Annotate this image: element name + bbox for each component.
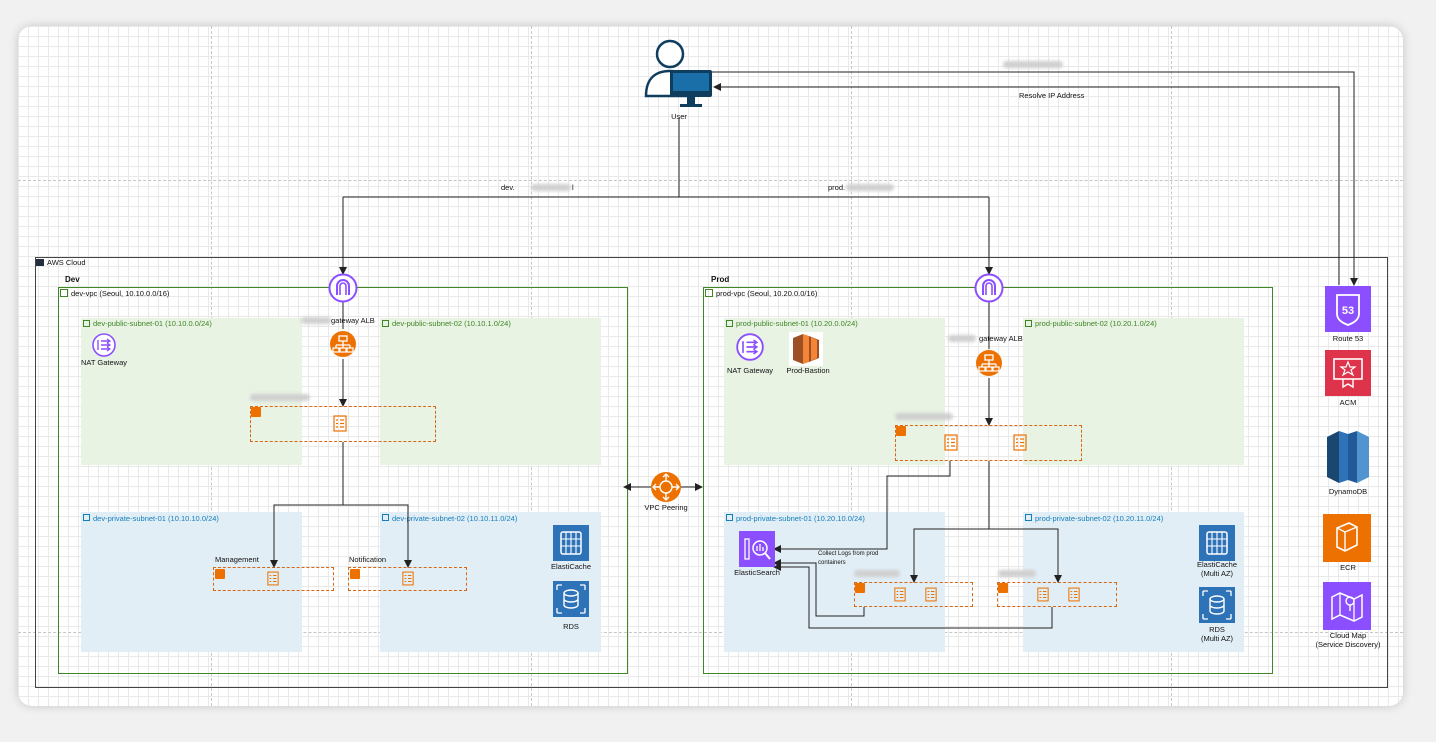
container-task-icon[interactable]: [894, 587, 906, 602]
route53-query-edge: [710, 71, 1358, 286]
dev-to-management-edge: [273, 442, 344, 567]
ecs-service-icon: [855, 583, 865, 593]
ecs-service-icon: [251, 407, 261, 417]
prod-alb-label: gateway ALB: [979, 334, 1023, 343]
route53-label: Route 53: [1332, 334, 1364, 343]
container-task-icon[interactable]: [1068, 587, 1080, 602]
notification-label: Notification: [349, 555, 387, 564]
container-task-icon[interactable]: [1037, 587, 1049, 602]
container-task-icon[interactable]: [267, 571, 279, 586]
prod-to-service-a-edge: [910, 461, 990, 583]
svg-text:53: 53: [1342, 305, 1354, 317]
dev-domain-tail: l: [572, 183, 574, 192]
ecs-service-icon: [896, 426, 906, 436]
prod-service-logs-edge: [773, 461, 951, 553]
elasticsearch-label: ElasticSearch: [734, 568, 780, 577]
ecs-service-icon: [350, 569, 360, 579]
service-a-logs-edge: [773, 559, 865, 617]
vpc-peering-label: VPC Peering: [644, 503, 688, 512]
dev-nat-gateway-label: NAT Gateway: [81, 358, 127, 367]
prod-elasticache-multiaz: (Multi AZ): [1200, 569, 1234, 578]
connector-lines: [270, 71, 1358, 629]
container-task-icon[interactable]: [402, 571, 414, 586]
resolve-ip-edge: [713, 83, 1340, 285]
ecr-icon[interactable]: [1323, 514, 1371, 562]
collect-logs-label-2: containers: [818, 560, 846, 566]
prod-rds-label: RDS: [1209, 625, 1225, 634]
container-task-icon[interactable]: [925, 587, 937, 602]
dynamodb-label: DynamoDB: [1328, 487, 1368, 496]
prod-rds-multiaz: (Multi AZ): [1200, 634, 1234, 643]
container-task-icon[interactable]: [1013, 434, 1027, 451]
rds-icon[interactable]: [553, 581, 589, 617]
dev-rds-label: RDS: [563, 622, 579, 631]
nat-gateway-icon[interactable]: [736, 333, 764, 361]
ecs-service-icon: [998, 583, 1008, 593]
rds-icon[interactable]: [1199, 587, 1235, 623]
nat-gateway-icon[interactable]: [92, 333, 116, 357]
elasticsearch-icon[interactable]: [739, 531, 775, 567]
prod-domain-label: prod.: [828, 183, 846, 192]
load-balancer-icon[interactable]: [975, 349, 1003, 377]
ecr-label: ECR: [1340, 563, 1356, 572]
container-task-icon[interactable]: [944, 434, 958, 451]
elasticache-icon[interactable]: [553, 525, 589, 561]
diagram-canvas: AWS Cloud Dev dev-vpc (Seoul, 10.10.0.0/…: [18, 26, 1403, 706]
prod-to-service-b-edge: [989, 528, 1062, 583]
dev-elasticache-label: ElastiCache: [550, 562, 592, 571]
user-label: User: [671, 112, 687, 121]
prod-elasticache-label: ElastiCache: [1196, 560, 1238, 569]
cloud-map-icon[interactable]: [1323, 582, 1371, 630]
elasticache-icon[interactable]: [1199, 525, 1235, 561]
management-label: Management: [215, 555, 259, 564]
ecs-service-icon: [215, 569, 225, 579]
collect-logs-label: Collect Logs from prod: [818, 551, 879, 557]
dynamodb-icon[interactable]: [1322, 429, 1374, 485]
vpc-peering-icon[interactable]: [650, 471, 682, 503]
internet-gateway-icon[interactable]: [328, 273, 358, 303]
resolve-ip-label: Resolve IP Address: [1019, 91, 1085, 100]
ec2-bastion-icon[interactable]: [789, 332, 823, 366]
dev-domain-label: dev.: [501, 183, 515, 192]
cloud-map-sublabel: (Service Discovery): [1315, 640, 1381, 649]
acm-icon[interactable]: [1325, 350, 1371, 396]
user-icon[interactable]: [642, 38, 716, 110]
route53-icon[interactable]: 53: [1325, 286, 1371, 332]
container-task-icon[interactable]: [333, 415, 347, 432]
internet-gateway-icon[interactable]: [974, 273, 1004, 303]
cloud-map-label: Cloud Map: [1329, 631, 1367, 640]
prod-bastion-label: Prod-Bastion: [786, 366, 830, 375]
load-balancer-icon[interactable]: [329, 330, 357, 358]
acm-label: ACM: [1339, 398, 1357, 407]
prod-nat-gateway-label: NAT Gateway: [727, 366, 773, 375]
dev-alb-label: gateway ALB: [331, 316, 375, 325]
